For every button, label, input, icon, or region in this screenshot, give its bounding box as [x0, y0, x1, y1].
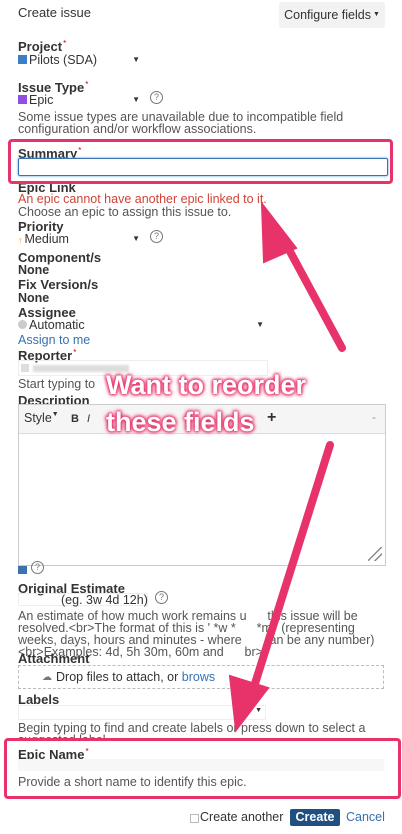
arrow-down-shaft — [249, 441, 334, 694]
annotation-line2: these fields — [106, 407, 255, 437]
arrow-up-shaft — [282, 240, 346, 352]
annotation-line1: Want to reorder — [106, 370, 307, 400]
arrow-down-head — [228, 674, 270, 733]
